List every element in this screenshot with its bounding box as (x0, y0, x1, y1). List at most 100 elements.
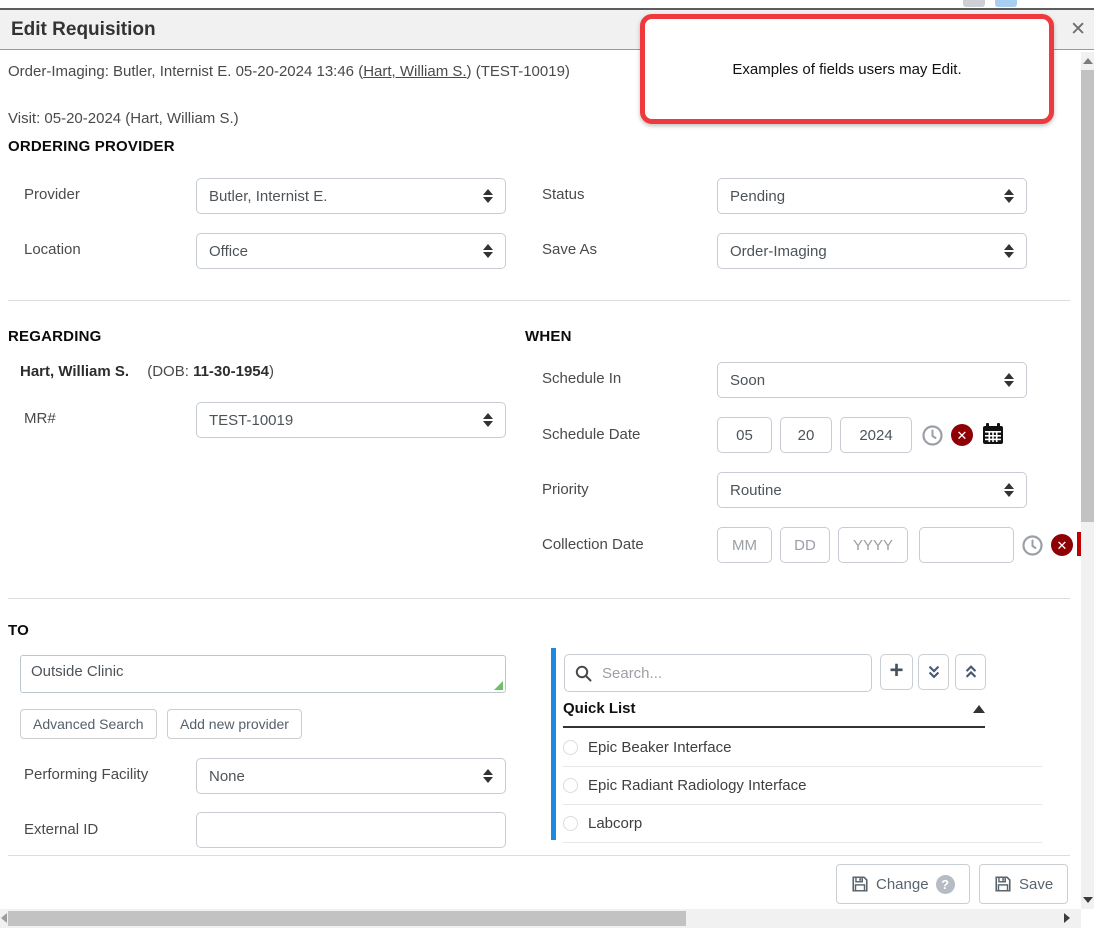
quick-list-title: Quick List (563, 700, 973, 717)
close-icon[interactable]: ✕ (1070, 20, 1086, 39)
directory-search[interactable] (564, 654, 872, 692)
add-new-provider-button[interactable]: Add new provider (167, 709, 302, 739)
scroll-right-icon[interactable] (1064, 913, 1070, 923)
list-item[interactable]: Epic Radiant Radiology Interface (563, 766, 1042, 805)
order-summary-line: Order-Imaging: Butler, Internist E. 05-2… (8, 63, 570, 80)
expand-all-button[interactable] (918, 654, 949, 690)
vertical-scrollbar-thumb[interactable] (1081, 70, 1094, 522)
list-item-label: Labcorp (588, 815, 642, 832)
save-as-select[interactable]: Order-Imaging (717, 233, 1027, 269)
dob-suffix: ) (269, 363, 274, 380)
location-select[interactable]: Office (196, 233, 506, 269)
list-item[interactable]: Labcorp (563, 804, 1042, 843)
recipient-textarea[interactable]: Outside Clinic (20, 655, 506, 693)
clear-date-icon[interactable]: ✕ (951, 424, 973, 446)
callout-box: Examples of fields users may Edit. (640, 14, 1054, 124)
collection-date-label: Collection Date (542, 536, 644, 553)
external-id-input[interactable] (196, 812, 506, 848)
order-summary-suffix: ) (TEST-10019) (467, 63, 570, 80)
double-chevron-up-icon (963, 664, 979, 680)
to-heading: TO (8, 622, 29, 639)
sort-arrows-icon (483, 769, 493, 783)
priority-select[interactable]: Routine (717, 472, 1027, 508)
plus-icon: + (889, 659, 903, 683)
background-button-partial (963, 0, 985, 7)
change-label: Change (876, 876, 929, 893)
list-item[interactable]: Epic Beaker Interface (563, 728, 1042, 767)
scroll-left-icon[interactable] (1, 913, 7, 923)
horizontal-scrollbar-thumb[interactable] (8, 911, 686, 926)
clock-icon[interactable] (922, 425, 943, 446)
section-divider (8, 598, 1070, 599)
collection-year-input[interactable] (838, 527, 908, 563)
sort-arrows-icon (483, 413, 493, 427)
add-recipient-button[interactable]: + (880, 654, 913, 690)
clear-date-icon[interactable]: ✕ (1051, 534, 1073, 556)
status-select[interactable]: Pending (717, 178, 1027, 214)
save-button[interactable]: Save (979, 864, 1068, 904)
collection-day-input[interactable] (780, 527, 830, 563)
list-item-label: Epic Beaker Interface (588, 739, 731, 756)
panel-accent-bar (551, 648, 556, 840)
sort-arrows-icon (1004, 189, 1014, 203)
calendar-icon[interactable] (981, 422, 1005, 446)
status-label: Status (542, 186, 585, 203)
performing-facility-value: None (209, 768, 477, 785)
schedule-day-input[interactable] (780, 417, 832, 453)
performing-facility-label: Performing Facility (24, 766, 148, 783)
schedule-date-label: Schedule Date (542, 426, 640, 443)
collapse-icon (973, 705, 985, 713)
when-heading: WHEN (525, 328, 572, 345)
provider-label: Provider (24, 186, 80, 203)
provider-value: Butler, Internist E. (209, 188, 477, 205)
search-input[interactable] (600, 664, 861, 683)
external-id-label: External ID (24, 821, 98, 838)
provider-select[interactable]: Butler, Internist E. (196, 178, 506, 214)
save-label: Save (1019, 876, 1053, 893)
save-disk-icon (851, 875, 869, 893)
background-button-partial-blue (995, 0, 1017, 7)
callout-text: Examples of fields users may Edit. (732, 61, 961, 78)
collection-month-input[interactable] (717, 527, 772, 563)
mr-select[interactable]: TEST-10019 (196, 402, 506, 438)
sort-arrows-icon (483, 189, 493, 203)
recipient-value: Outside Clinic (31, 663, 124, 680)
schedule-month-input[interactable] (717, 417, 772, 453)
patient-info-line: Hart, William S. (DOB: 11-30-1954) (20, 363, 274, 380)
save-as-value: Order-Imaging (730, 243, 998, 260)
mr-label: MR# (24, 410, 56, 427)
clock-icon[interactable] (1022, 535, 1043, 556)
status-value: Pending (730, 188, 998, 205)
patient-name: Hart, William S. (20, 363, 129, 380)
order-summary-prefix: Order-Imaging: Butler, Internist E. 05-2… (8, 63, 363, 80)
radio-icon[interactable] (563, 740, 578, 755)
location-value: Office (209, 243, 477, 260)
save-as-label: Save As (542, 241, 597, 258)
radio-icon[interactable] (563, 778, 578, 793)
advanced-search-button[interactable]: Advanced Search (20, 709, 157, 739)
quick-list-header[interactable]: Quick List (563, 700, 985, 717)
help-icon[interactable]: ? (936, 875, 955, 894)
regarding-heading: REGARDING (8, 328, 101, 345)
section-divider (8, 300, 1070, 301)
page-title: Edit Requisition (0, 19, 156, 41)
scroll-down-icon[interactable] (1083, 897, 1093, 903)
list-item-label: Epic Radiant Radiology Interface (588, 777, 806, 794)
scrollbar-corner (1081, 909, 1094, 928)
radio-icon[interactable] (563, 816, 578, 831)
location-label: Location (24, 241, 81, 258)
scroll-up-icon[interactable] (1083, 58, 1093, 64)
dob-prefix: (DOB: (147, 363, 193, 380)
patient-link[interactable]: Hart, William S. (363, 63, 466, 80)
priority-value: Routine (730, 482, 998, 499)
performing-facility-select[interactable]: None (196, 758, 506, 794)
schedule-year-input[interactable] (840, 417, 912, 453)
visit-summary-line: Visit: 05-20-2024 (Hart, William S.) (8, 110, 239, 127)
sort-arrows-icon (1004, 483, 1014, 497)
schedule-in-select[interactable]: Soon (717, 362, 1027, 398)
collapse-all-button[interactable] (955, 654, 986, 690)
resize-grip-icon[interactable] (494, 681, 503, 690)
priority-label: Priority (542, 481, 589, 498)
change-button[interactable]: Change ? (836, 864, 970, 904)
collection-time-input[interactable] (919, 527, 1014, 563)
